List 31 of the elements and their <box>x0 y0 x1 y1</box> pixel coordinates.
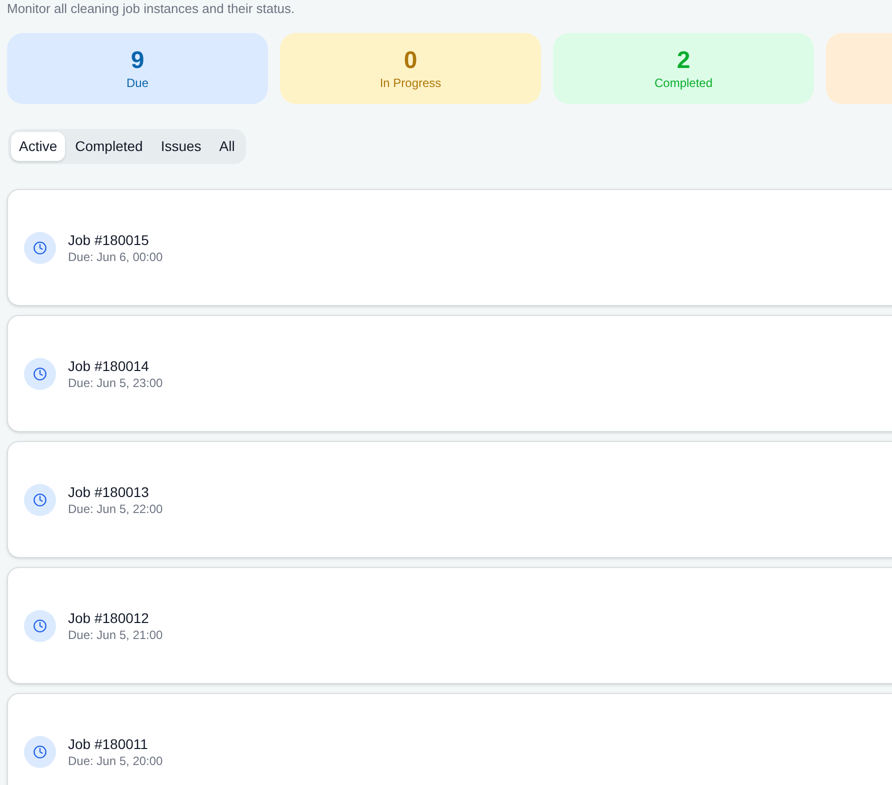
job-title: Job #180011 <box>68 734 149 752</box>
stat-value: 9 <box>130 46 144 74</box>
job-card[interactable]: Job #180015 Due: Jun 6, 00:00 <box>7 189 892 306</box>
stat-label: Completed <box>654 74 713 90</box>
clock-icon <box>24 358 56 390</box>
stat-value: 0 <box>404 46 418 74</box>
page-subtitle: Monitor all cleaning job instances and their status. <box>7 0 296 17</box>
job-card[interactable]: Job #180011 Due: Jun 5, 20:00 <box>7 693 892 785</box>
job-title: Job #180013 <box>68 482 150 500</box>
clock-icon <box>24 610 56 642</box>
tab[interactable]: Completed <box>67 132 151 161</box>
job-title: Job #180014 <box>68 356 150 374</box>
job-due-date: Due: Jun 6, 00:00 <box>68 248 163 264</box>
clock-icon <box>24 232 56 264</box>
job-due-date: Due: Jun 5, 21:00 <box>68 626 163 642</box>
job-due-date: Due: Jun 5, 23:00 <box>68 374 163 390</box>
job-card[interactable]: Job #180014 Due: Jun 5, 23:00 <box>7 315 892 432</box>
job-due-date: Due: Jun 5, 20:00 <box>68 752 163 768</box>
job-card[interactable]: Job #180013 Due: Jun 5, 22:00 <box>7 441 892 558</box>
job-due-date: Due: Jun 5, 22:00 <box>68 500 163 516</box>
tab[interactable]: Active <box>11 132 66 161</box>
job-title: Job #180012 <box>68 608 150 626</box>
job-card[interactable]: Job #180012 Due: Jun 5, 21:00 <box>7 567 892 684</box>
clock-icon <box>24 736 56 768</box>
stat-label: In Progress <box>380 74 442 90</box>
tab[interactable]: Issues <box>152 132 210 161</box>
stat-value: 2 <box>676 46 690 74</box>
clock-icon <box>24 484 56 516</box>
job-title: Job #180015 <box>68 230 150 248</box>
tab[interactable]: All <box>211 132 243 161</box>
stat-label: Due <box>126 74 148 90</box>
